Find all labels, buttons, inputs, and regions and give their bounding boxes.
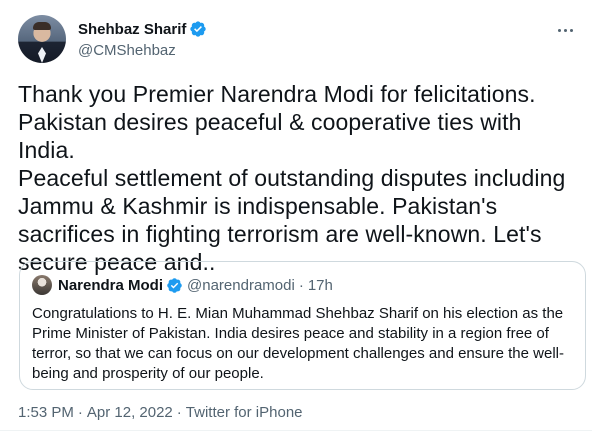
tweet-footer: 1:53 PM · Apr 12, 2022 · Twitter for iPh… [18, 404, 303, 421]
verified-badge-icon [167, 277, 182, 293]
tweet-time[interactable]: 1:53 PM [18, 404, 74, 421]
quoted-timestamp: 17h [307, 276, 333, 294]
footer-separator: · [176, 404, 182, 421]
author-name-row: Shehbaz Sharif [78, 19, 207, 39]
tweet-source[interactable]: Twitter for iPhone [186, 404, 303, 421]
quoted-author-name: Narendra Modi [58, 276, 164, 294]
quoted-meta-separator: · [298, 276, 304, 294]
author-identity: Shehbaz Sharif @CMShehbaz [78, 19, 207, 59]
tweet-text: Thank you Premier Narendra Modi for feli… [18, 81, 566, 275]
more-options-icon[interactable] [552, 20, 578, 40]
verified-badge-icon [190, 21, 207, 37]
quoted-author-avatar [32, 275, 52, 295]
tweet-date[interactable]: Apr 12, 2022 [87, 404, 173, 421]
author-name[interactable]: Shehbaz Sharif [78, 21, 186, 38]
quoted-tweet-header: Narendra Modi @narendramodi · 17h [32, 275, 573, 295]
author-avatar[interactable] [18, 15, 66, 63]
quoted-author-handle: @narendramodi [187, 276, 295, 294]
author-handle[interactable]: @CMShehbaz [78, 42, 207, 59]
quoted-tweet-text: Congratulations to H. E. Mian Muhammad S… [32, 305, 564, 382]
tweet-header: Shehbaz Sharif @CMShehbaz [18, 15, 207, 63]
quoted-tweet[interactable]: Narendra Modi @narendramodi · 17h Congra… [19, 261, 586, 390]
tweet-card: Shehbaz Sharif @CMShehbaz Thank you Prem… [0, 0, 592, 431]
footer-separator: · [77, 404, 83, 421]
